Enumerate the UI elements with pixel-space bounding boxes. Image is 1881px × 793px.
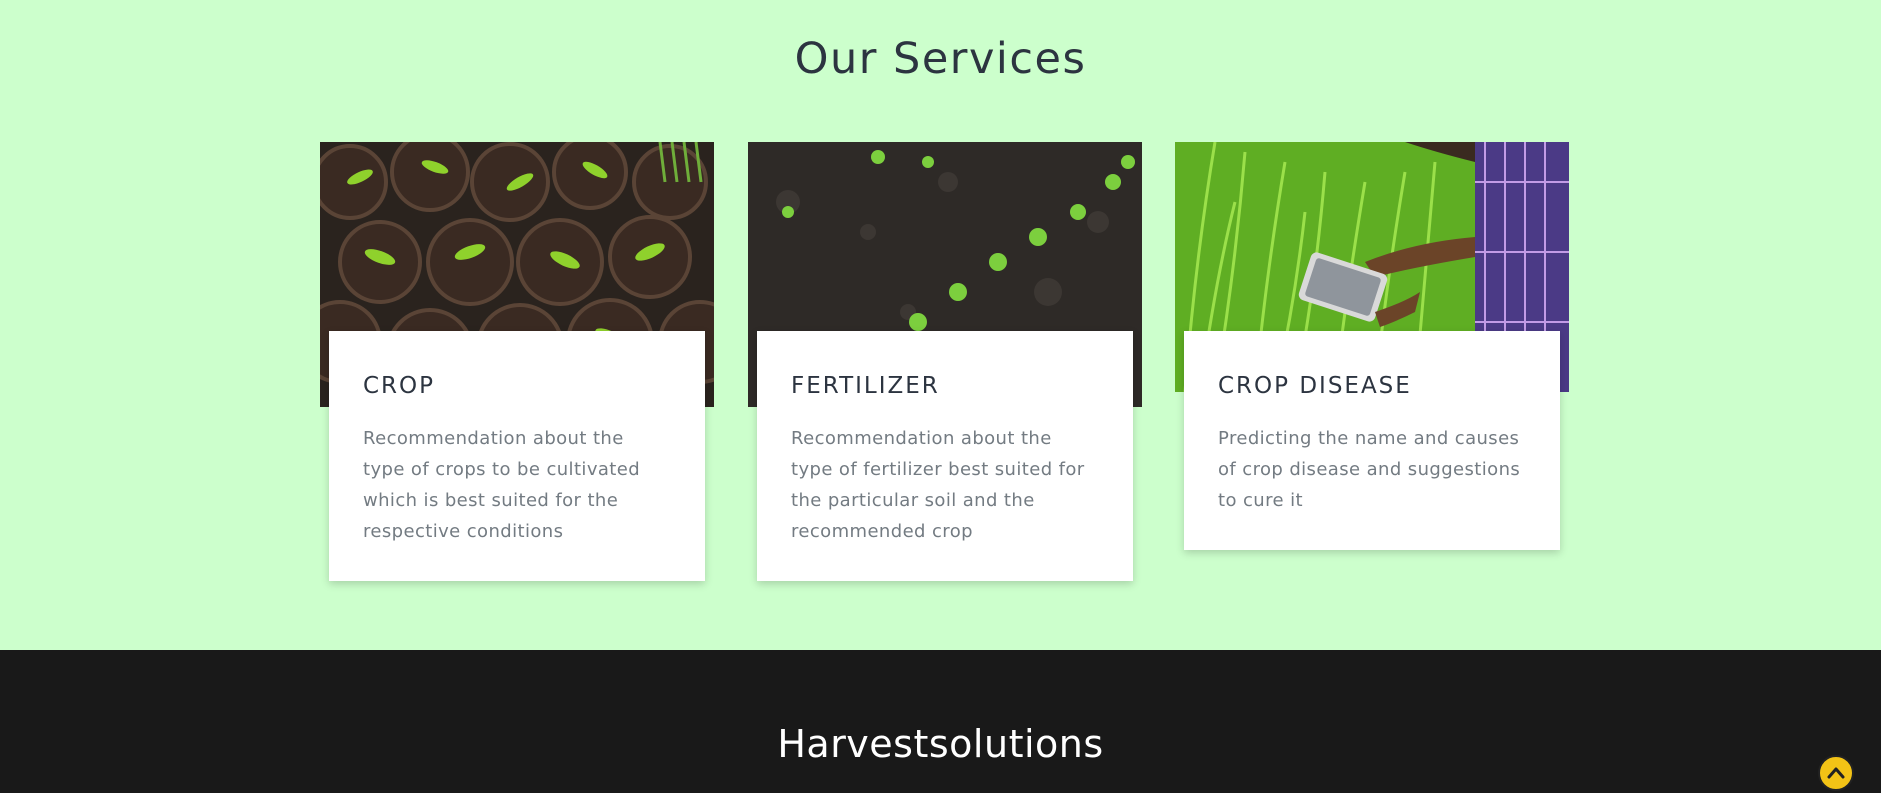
services-title: Our Services <box>794 34 1087 84</box>
service-card-description: Recommendation about the type of fertili… <box>791 428 1085 542</box>
service-card-title: CROP <box>363 373 436 399</box>
footer-brand: Harvestsolutions <box>777 722 1104 766</box>
services-section: Our Services CROP Recommendation about t… <box>0 0 1881 650</box>
service-card-body: CROP DISEASE Predicting the name and cau… <box>1184 331 1560 550</box>
scroll-to-top-button[interactable] <box>1818 755 1854 791</box>
service-card-body: FERTILIZER Recommendation about the type… <box>757 331 1133 581</box>
service-card-body: CROP Recommendation about the type of cr… <box>329 331 705 581</box>
service-card-description: Predicting the name and causes of crop d… <box>1218 428 1521 511</box>
service-card-title: FERTILIZER <box>791 373 940 399</box>
service-card-description: Recommendation about the type of crops t… <box>363 428 641 542</box>
chevron-up-icon <box>1827 767 1845 779</box>
footer: Harvestsolutions <box>0 650 1881 793</box>
service-card-title: CROP DISEASE <box>1218 373 1412 399</box>
